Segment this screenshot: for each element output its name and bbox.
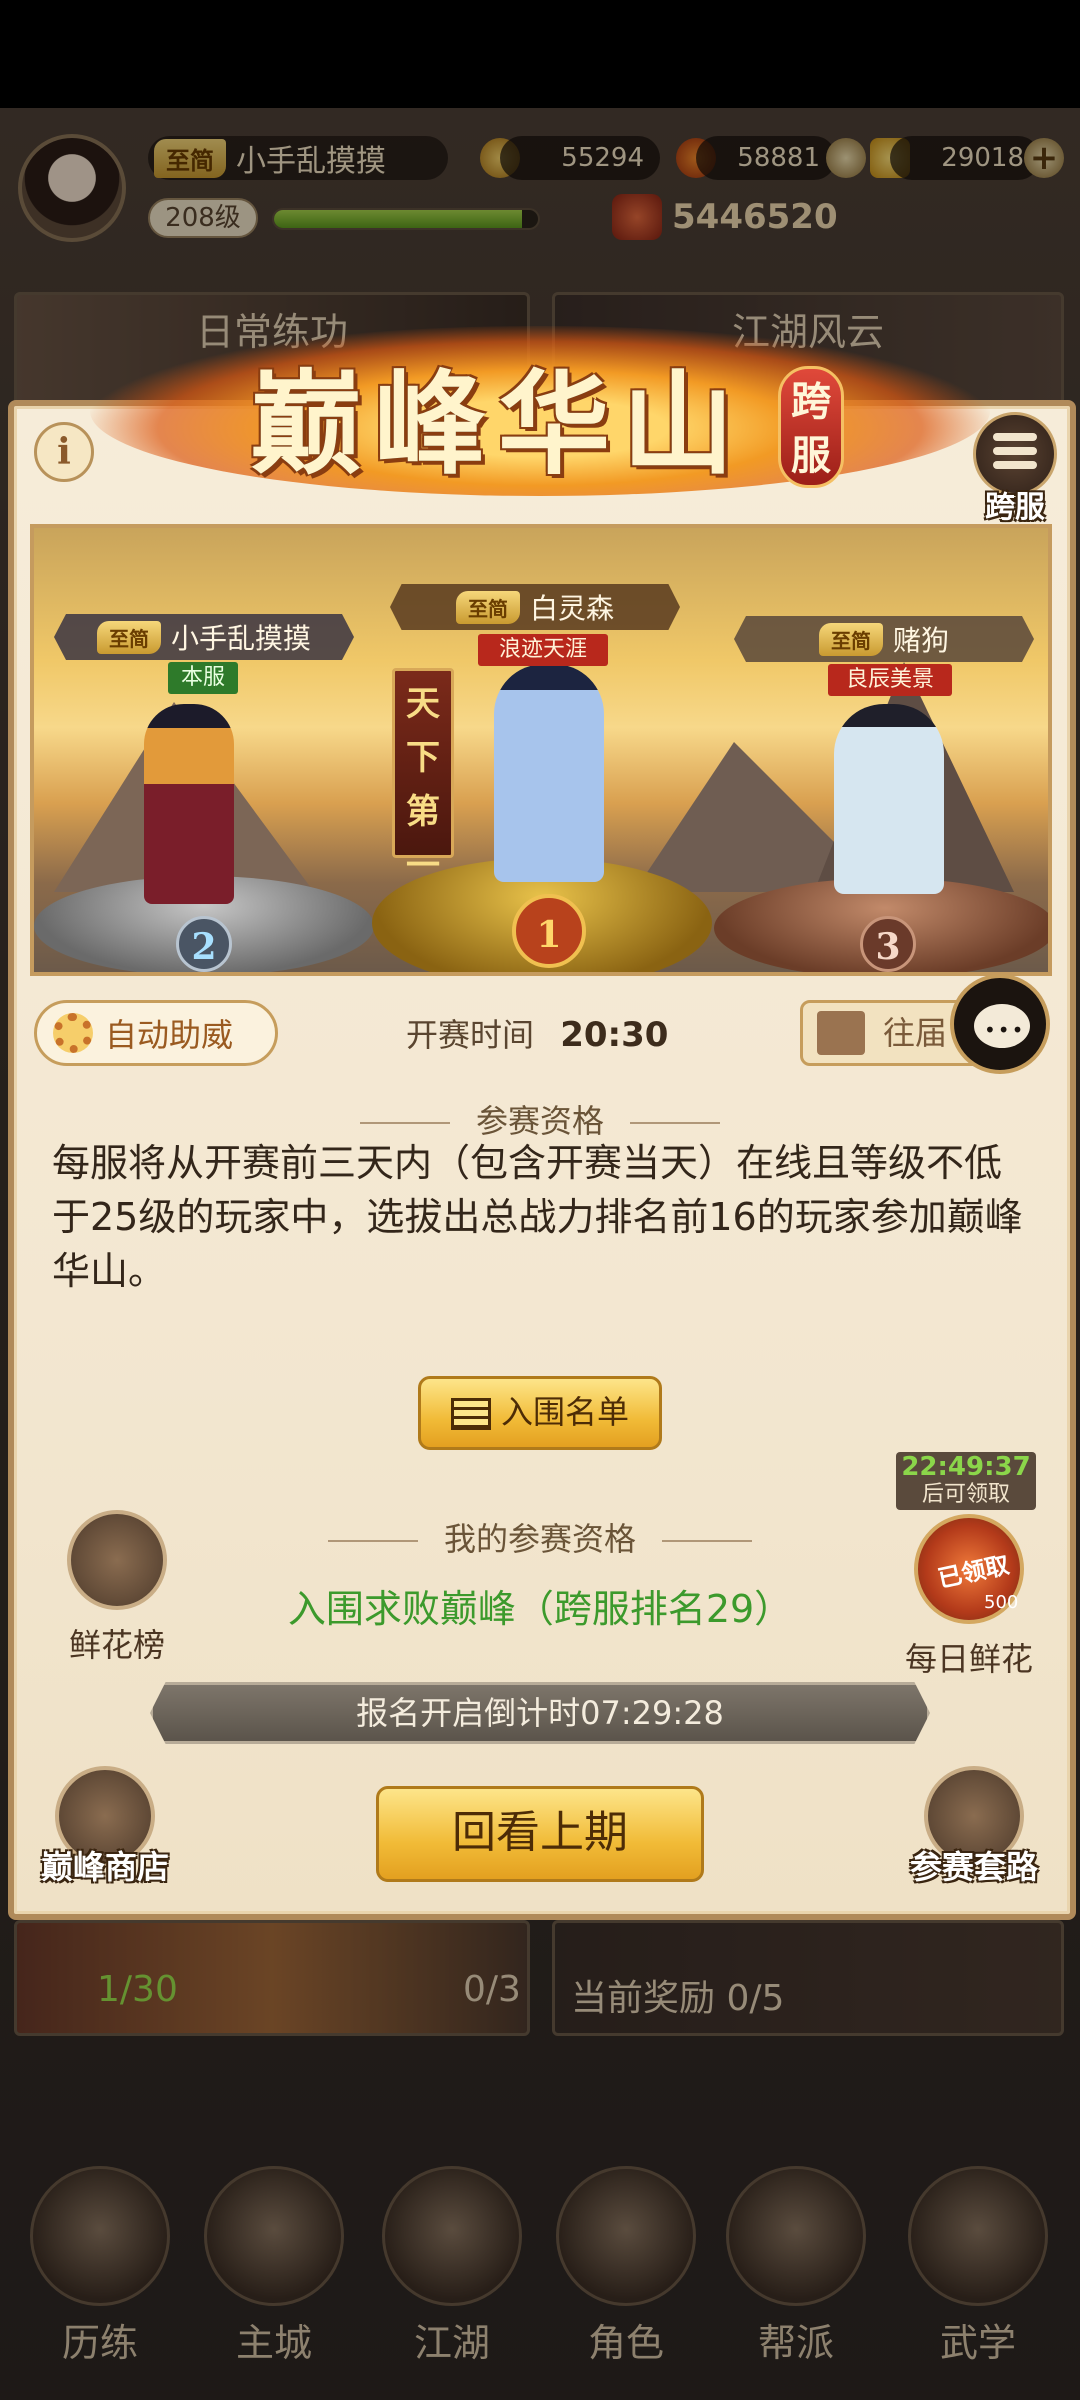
- rank3-tag: 至简: [818, 622, 883, 656]
- claim-timer-value: 22:49:37: [901, 1452, 1031, 1482]
- qualified-list-button[interactable]: 入围名单: [418, 1376, 662, 1450]
- auto-cheer-label: 自动助威: [105, 1016, 234, 1054]
- flower-count: 500: [984, 1592, 1019, 1613]
- claim-timer-label: 后可领取: [921, 1482, 1010, 1507]
- chat-dots-icon: •••: [984, 1018, 1026, 1042]
- cross-server-label: 跨服: [985, 490, 1045, 525]
- status-bar: [0, 0, 1080, 108]
- panel-title: 巅峰华山: [250, 359, 746, 490]
- tianxia-diyi-banner: 天下第一: [392, 668, 454, 886]
- qualified-list-label: 入围名单: [500, 1393, 629, 1431]
- rank1-name: 白灵森: [529, 592, 614, 625]
- rank3-number: 3: [860, 916, 916, 972]
- rank3-name-banner: 至简 赌狗: [734, 616, 1034, 662]
- cross-server-button[interactable]: 跨服: [970, 412, 1060, 526]
- character-rank1[interactable]: [494, 664, 604, 882]
- rank3-subtag: 良辰美景: [828, 664, 952, 696]
- claimed-stamp: 已领取: [935, 1550, 1012, 1594]
- gear-icon: [53, 1013, 93, 1053]
- strategy-button[interactable]: 参赛套路: [894, 1766, 1054, 1888]
- peak-shop-label: 巅峰商店: [40, 1848, 169, 1886]
- peak-shop-button[interactable]: 巅峰商店: [30, 1766, 180, 1888]
- rank2-number: 2: [176, 916, 232, 972]
- rank3-name: 赌狗: [892, 624, 949, 657]
- daily-flower-label: 每日鲜花: [904, 1640, 1033, 1678]
- cross-server-badge: 跨服: [778, 366, 844, 488]
- rank1-name-banner: 至简 白灵森: [390, 584, 680, 630]
- podium-scene: 天下第一 至简 小手乱摸摸 本服 至简 白灵森 浪迹天涯 至简 赌狗 良辰美景 …: [30, 524, 1052, 976]
- info-button[interactable]: i: [34, 422, 94, 482]
- registration-countdown: 报名开启倒计时07:29:28: [150, 1682, 930, 1744]
- rank1-number: 1: [512, 894, 586, 968]
- claim-timer: 22:49:37 后可领取: [896, 1452, 1036, 1510]
- crossed-swords-icon: [817, 1011, 865, 1055]
- review-label: 回看上期: [452, 1807, 628, 1858]
- list-icon: [450, 1398, 491, 1430]
- rank2-tag: 至简: [96, 620, 161, 654]
- character-rank2[interactable]: [144, 704, 234, 904]
- rank2-name: 小手乱摸摸: [170, 622, 311, 655]
- chat-button[interactable]: •••: [950, 974, 1050, 1074]
- rank1-subtag: 浪迹天涯: [478, 634, 608, 666]
- title-banner: 巅峰华山 跨服: [90, 286, 990, 516]
- start-time-label: 开赛时间: [406, 1016, 535, 1054]
- rank2-name-banner: 至简 小手乱摸摸: [54, 614, 354, 660]
- rank1-tag: 至简: [455, 590, 520, 624]
- rank2-subtag: 本服: [168, 662, 238, 694]
- character-rank3[interactable]: [834, 704, 944, 894]
- strategy-label: 参赛套路: [909, 1848, 1038, 1886]
- auto-cheer-button[interactable]: 自动助威: [34, 1000, 278, 1066]
- review-last-season-button[interactable]: 回看上期: [376, 1786, 704, 1882]
- rules-text: 每服将从开赛前三天内（包含开赛当天）在线且等级不低于25级的玩家中，选拔出总战力…: [52, 1141, 1023, 1293]
- past-seasons-label: 往届: [883, 1014, 948, 1052]
- start-time-value: 20:30: [560, 1015, 669, 1055]
- start-time: 开赛时间 20:30: [406, 1010, 668, 1056]
